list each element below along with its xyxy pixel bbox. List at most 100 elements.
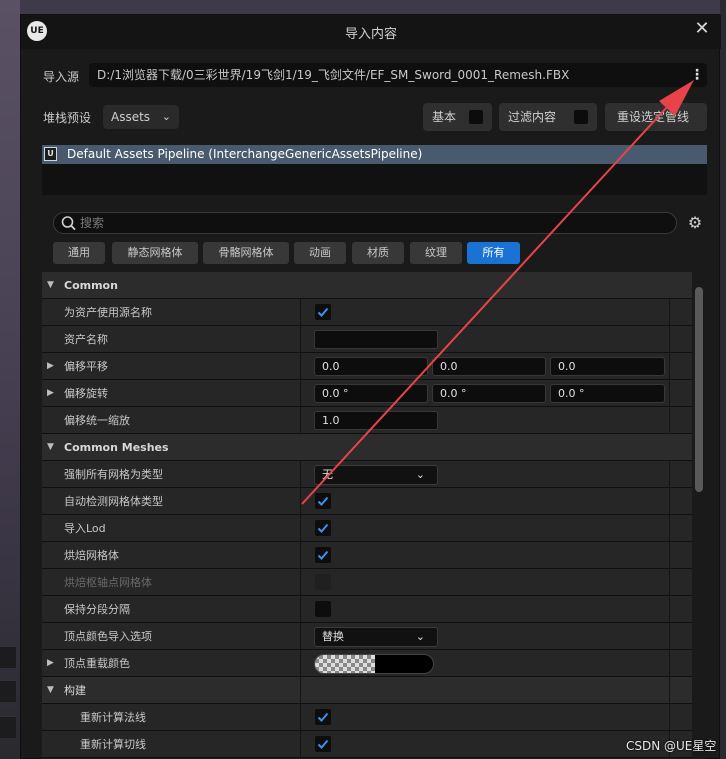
offset-uniform-scale-input[interactable]: 1.0 [314, 411, 438, 430]
filter-content-toggle-button[interactable]: 过滤内容 [499, 103, 597, 131]
column-divider [300, 650, 301, 677]
column-divider [300, 326, 301, 353]
column-divider [300, 353, 301, 380]
category-common-meshes[interactable]: ▼ Common Meshes [42, 434, 692, 461]
offset-translation-x-input[interactable]: 0.0 [314, 357, 428, 376]
checkmark-icon [317, 550, 329, 560]
property-row-offset-uniform-scale: 偏移统一缩放 1.0 [42, 407, 692, 434]
import-lods-checkbox[interactable] [315, 520, 331, 536]
category-label: Common [64, 279, 118, 292]
column-divider [669, 326, 670, 353]
offset-rotation-x-input[interactable]: 0.0 ° [314, 384, 428, 403]
column-divider [300, 677, 301, 704]
checkmark-icon [317, 739, 329, 749]
property-row-recompute-normals: 重新计算法线 [42, 704, 692, 731]
column-divider [669, 569, 670, 596]
column-divider [300, 461, 301, 488]
basic-toggle-label: 基本 [432, 110, 457, 124]
column-divider [300, 596, 301, 623]
category-build[interactable]: ▼ 构建 [42, 677, 692, 704]
column-divider [669, 650, 670, 677]
column-divider [300, 380, 301, 407]
column-divider [669, 407, 670, 434]
column-divider [300, 623, 301, 650]
expand-arrow-icon[interactable]: ▶ [47, 650, 54, 677]
expand-arrow-icon: ▼ [47, 685, 54, 695]
property-row-keep-sections-separate: 保持分段分隔 [42, 596, 692, 623]
alpha-checker-pattern [315, 655, 375, 673]
tab-static-mesh[interactable]: 静态网格体 [112, 242, 198, 264]
expand-arrow-icon: ▼ [47, 280, 54, 290]
chevron-down-icon: ⌄ [415, 630, 425, 643]
gear-icon[interactable]: ⚙ [685, 213, 705, 233]
source-options-menu-icon[interactable]: ⋮ [689, 65, 705, 85]
watermark-text: CSDN @UE星空 [626, 739, 717, 753]
bake-pivot-meshes-checkbox [315, 574, 331, 590]
property-label: 自动检测网格体类型 [64, 495, 163, 508]
dialog-title: 导入内容 [344, 27, 397, 42]
asset-name-input[interactable] [314, 330, 438, 349]
column-divider [669, 704, 670, 731]
property-label: 烘焙网格体 [64, 549, 119, 562]
use-source-name-checkbox[interactable] [315, 304, 331, 320]
property-grid: ▼ Common 为资产使用源名称 资产名称 ▶ 偏移平移 0.0 0.0 0.… [42, 272, 692, 759]
basic-toggle-checkbox [469, 110, 483, 124]
recompute-normals-checkbox[interactable] [315, 709, 331, 725]
recompute-tangents-checkbox[interactable] [315, 736, 331, 752]
property-row-offset-translation: ▶ 偏移平移 0.0 0.0 0.0 [42, 353, 692, 380]
search-icon [61, 216, 76, 231]
tab-material[interactable]: 材质 [352, 242, 404, 264]
column-divider [669, 380, 670, 407]
vertex-override-color-swatch[interactable] [314, 654, 434, 674]
reset-selected-pipeline-button[interactable]: 重设选定管线 [605, 103, 707, 131]
property-label: 顶点颜色导入选项 [64, 630, 152, 643]
pipeline-list-item[interactable]: U Default Assets Pipeline (InterchangeGe… [42, 145, 707, 164]
checkmark-icon [317, 307, 329, 317]
column-divider [669, 515, 670, 542]
expand-arrow-icon[interactable]: ▶ [47, 353, 54, 380]
dropdown-value: 替换 [322, 630, 344, 643]
column-divider [300, 731, 301, 758]
bake-meshes-checkbox[interactable] [315, 547, 331, 563]
property-label: 为资产使用源名称 [64, 306, 152, 319]
property-label: 重新计算切线 [80, 738, 146, 751]
chevron-down-icon: ⌄ [161, 110, 171, 123]
checkmark-icon [317, 496, 329, 506]
force-mesh-type-dropdown[interactable]: 无 ⌄ [314, 465, 438, 485]
basic-toggle-button[interactable]: 基本 [423, 103, 492, 131]
offset-rotation-y-input[interactable]: 0.0 ° [432, 384, 546, 403]
column-divider [669, 461, 670, 488]
expand-arrow-icon[interactable]: ▶ [47, 380, 54, 407]
column-divider [669, 596, 670, 623]
background-strip [0, 680, 16, 702]
background-strip [0, 716, 16, 738]
tab-skeletal-mesh[interactable]: 骨骼网格体 [203, 242, 289, 264]
property-row-import-lods: 导入Lod [42, 515, 692, 542]
property-row-vertex-override-color: ▶ 顶点重载颜色 [42, 650, 692, 677]
tab-texture[interactable]: 纹理 [410, 242, 462, 264]
offset-rotation-z-input[interactable]: 0.0 ° [550, 384, 665, 403]
vertex-color-import-dropdown[interactable]: 替换 ⌄ [314, 627, 438, 647]
property-label: 偏移旋转 [64, 387, 108, 400]
property-label: 保持分段分隔 [64, 603, 130, 616]
offset-translation-y-input[interactable]: 0.0 [432, 357, 546, 376]
background-strip [0, 646, 16, 668]
property-row-asset-name: 资产名称 [42, 326, 692, 353]
close-icon[interactable]: ✕ [691, 18, 713, 40]
offset-translation-z-input[interactable]: 0.0 [550, 357, 665, 376]
chevron-down-icon: ⌄ [415, 468, 425, 481]
dialog-titlebar[interactable]: UE 导入内容 ✕ [21, 15, 721, 49]
column-divider [300, 299, 301, 326]
search-input[interactable] [80, 215, 660, 231]
keep-sections-separate-checkbox[interactable] [315, 601, 331, 617]
property-grid-scrollbar-thumb[interactable] [695, 287, 703, 492]
tab-animation[interactable]: 动画 [294, 242, 346, 264]
stack-preset-dropdown[interactable]: Assets ⌄ [103, 105, 179, 129]
property-row-vertex-color-import: 顶点颜色导入选项 替换 ⌄ [42, 623, 692, 650]
tab-all[interactable]: 所有 [467, 242, 520, 264]
tab-general[interactable]: 通用 [53, 242, 105, 264]
checkmark-icon [317, 712, 329, 722]
import-source-path: D:/1浏览器下载/0三彩世界/19飞剑1/19_飞剑文件/EF_SM_Swor… [89, 63, 707, 87]
auto-detect-mesh-type-checkbox[interactable] [315, 493, 331, 509]
category-common[interactable]: ▼ Common [42, 272, 692, 299]
